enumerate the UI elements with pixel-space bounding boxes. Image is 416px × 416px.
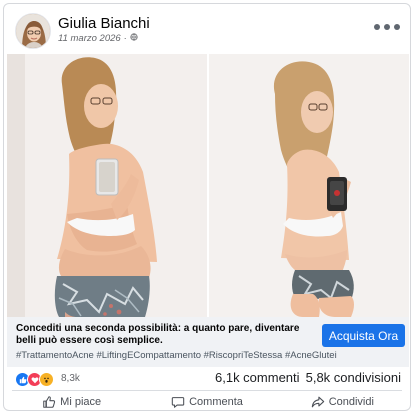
photo-after[interactable] [209,54,409,317]
like-button[interactable]: Mi piace [4,391,139,410]
ad-strip: Concediti una seconda possibilità: a qua… [7,317,409,367]
globe-icon [130,33,138,44]
separator-dot: · [123,33,127,44]
reactions-bar: 8,3k 6,1k commenti 5,8k condivisioni [4,367,410,389]
ad-text: Concediti una seconda possibilità: a qua… [16,323,300,346]
share-button[interactable]: Condividi [275,391,410,410]
shares-count[interactable]: 5,8k condivisioni [306,370,401,385]
reaction-icons[interactable] [15,372,54,387]
avatar[interactable] [15,13,51,49]
comments-count[interactable]: 6,1k commenti [215,370,300,385]
buy-now-button[interactable]: Acquista Ora [322,324,405,347]
wow-icon [39,372,54,387]
post-card: Giulia Bianchi 11 marzo 2026 · Concediti… [3,3,411,411]
avatar-image [16,14,50,48]
post-meta: 11 marzo 2026 · [58,33,138,44]
post-photos[interactable] [7,54,409,317]
photo-before[interactable] [7,54,207,317]
photo-after-image [209,54,409,317]
post-date[interactable]: 11 marzo 2026 [58,33,121,44]
share-icon [311,395,325,409]
hashtags[interactable]: #TrattamentoAcne #LiftingECompattamento … [16,350,337,361]
comment-label: Commenta [189,395,243,408]
comment-button[interactable]: Commenta [139,391,274,410]
share-label: Condividi [328,395,374,408]
more-dots-icon[interactable] [374,24,400,30]
post-actions: Mi piace Commenta Condividi [4,391,410,410]
like-label: Mi piace [60,395,102,408]
thumbs-up-icon [42,395,56,409]
author-name[interactable]: Giulia Bianchi [58,15,150,32]
reactions-count[interactable]: 8,3k [61,373,80,384]
post-header: Giulia Bianchi 11 marzo 2026 · [4,4,410,54]
photo-before-image [7,54,207,317]
comment-icon [171,395,185,409]
